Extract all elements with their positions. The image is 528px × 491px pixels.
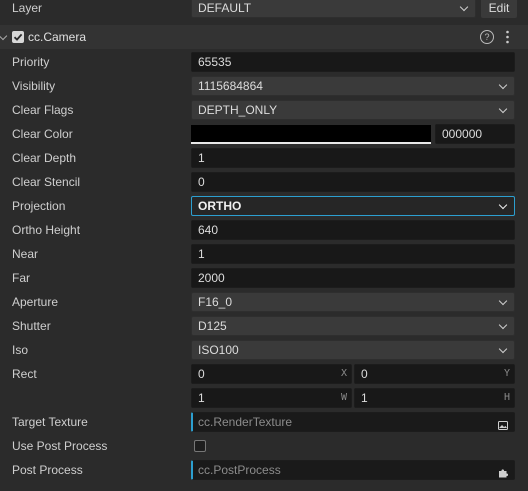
clear-flags-dropdown[interactable]: DEPTH_ONLY [191,100,515,120]
rect-w-input[interactable]: 1 W [191,388,352,408]
post-process-placeholder: cc.PostProcess [198,463,281,477]
rect-x-suffix: X [340,368,347,379]
use-post-process-label: Use Post Process [12,439,108,453]
shutter-dropdown[interactable]: D125 [191,316,515,336]
clear-flags-label: Clear Flags [12,103,74,117]
visibility-label: Visibility [12,79,56,93]
rect-x-input[interactable]: 0 X [191,364,352,384]
iso-row: Iso ISO100 [0,338,528,362]
far-label: Far [12,271,30,285]
target-texture-field[interactable]: cc.RenderTexture [191,412,515,432]
projection-value: ORTHO [198,199,242,213]
chevron-down-icon [498,320,508,330]
use-post-process-checkbox[interactable] [194,440,206,452]
rect-h-value: 1 [361,391,368,405]
near-row: Near 1 [0,242,528,266]
post-process-field[interactable]: cc.PostProcess [191,460,515,480]
chevron-down-icon [498,200,508,210]
ortho-height-label: Ortho Height [12,223,81,237]
rect-w-suffix: W [340,392,347,403]
image-icon[interactable] [498,417,508,430]
far-row: Far 2000 [0,266,528,290]
layer-dropdown[interactable]: DEFAULT [191,0,476,18]
chevron-down-icon [498,80,508,90]
visibility-dropdown[interactable]: 1115684864 [191,76,515,96]
target-texture-placeholder: cc.RenderTexture [198,415,293,429]
target-texture-row: Target Texture cc.RenderTexture [0,410,528,434]
rect-w-value: 1 [198,391,205,405]
target-texture-label: Target Texture [12,415,88,429]
ortho-height-input[interactable]: 640 [191,220,515,240]
use-post-process-row: Use Post Process [0,434,528,458]
clear-flags-value: DEPTH_ONLY [198,103,278,117]
layer-label: Layer [12,1,43,15]
rect-row-2: 1 W 1 H [0,386,528,410]
chevron-down-icon [459,2,469,12]
chevron-down-icon [498,104,508,114]
aperture-value: F16_0 [198,295,233,309]
enabled-checkbox[interactable] [12,31,24,43]
rect-h-suffix: H [503,392,510,403]
clear-flags-row: Clear Flags DEPTH_ONLY [0,98,528,122]
rect-h-input[interactable]: 1 H [354,388,515,408]
collapse-chevron-icon[interactable] [0,31,8,41]
near-input[interactable]: 1 [191,244,515,264]
chevron-down-icon [498,344,508,354]
priority-input[interactable]: 65535 [191,52,515,72]
clear-depth-input[interactable]: 1 [191,148,515,168]
projection-row: Projection ORTHO [0,194,528,218]
post-process-label: Post Process [12,463,83,477]
layer-row: Layer DEFAULT Edit [0,0,528,20]
clear-stencil-label: Clear Stencil [12,175,81,189]
clear-depth-label: Clear Depth [12,151,77,165]
edit-button[interactable]: Edit [481,0,517,18]
clear-stencil-row: Clear Stencil 0 [0,170,528,194]
layer-value: DEFAULT [198,1,252,15]
component-name: cc.Camera [28,30,87,44]
puzzle-icon[interactable] [498,465,509,478]
shutter-label: Shutter [12,319,51,333]
component-header: cc.Camera ? [0,25,528,49]
clear-color-label: Clear Color [12,127,73,141]
aperture-label: Aperture [12,295,59,309]
rect-label: Rect [12,367,37,381]
priority-label: Priority [12,55,50,69]
projection-dropdown[interactable]: ORTHO [191,196,515,216]
clear-color-row: Clear Color 000000 [0,122,528,146]
chevron-down-icon [498,296,508,306]
iso-dropdown[interactable]: ISO100 [191,340,515,360]
more-icon[interactable] [506,29,509,45]
rect-y-input[interactable]: 0 Y [354,364,515,384]
help-icon[interactable]: ? [480,30,494,44]
visibility-row: Visibility 1115684864 [0,74,528,98]
aperture-row: Aperture F16_0 [0,290,528,314]
iso-value: ISO100 [198,343,239,357]
clear-depth-row: Clear Depth 1 [0,146,528,170]
shutter-value: D125 [198,319,227,333]
rect-y-value: 0 [361,367,368,381]
visibility-value: 1115684864 [198,79,263,93]
rect-y-suffix: Y [503,368,510,379]
aperture-dropdown[interactable]: F16_0 [191,292,515,312]
check-icon [13,33,23,41]
ortho-height-row: Ortho Height 640 [0,218,528,242]
far-input[interactable]: 2000 [191,268,515,288]
projection-label: Projection [12,199,66,213]
shutter-row: Shutter D125 [0,314,528,338]
priority-row: Priority 65535 [0,50,528,74]
clear-color-swatch[interactable] [191,125,431,144]
iso-label: Iso [12,343,29,357]
rect-row: Rect 0 X 0 Y [0,362,528,386]
clear-stencil-input[interactable]: 0 [191,172,515,192]
clear-color-hex-input[interactable]: 000000 [435,124,515,144]
near-label: Near [12,247,39,261]
rect-x-value: 0 [198,367,205,381]
post-process-row: Post Process cc.PostProcess [0,458,528,482]
